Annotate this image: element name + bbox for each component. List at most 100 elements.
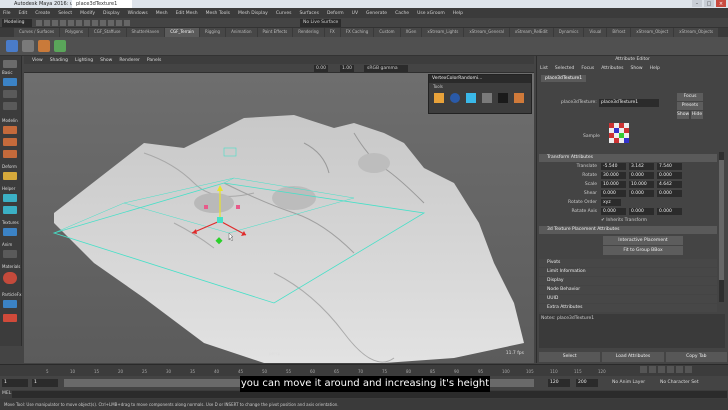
translate-z[interactable]: 7.540 — [657, 163, 682, 170]
shelf-tab-bifrost[interactable]: Bifrost — [607, 28, 631, 37]
shelf-tab-xstream-lights[interactable]: xStream_Lights — [422, 28, 464, 37]
step-back-icon[interactable] — [649, 366, 656, 373]
shelf-tab-dynamics[interactable]: Dynamics — [553, 28, 584, 37]
select-object-icon[interactable] — [84, 20, 90, 26]
color-wheel-icon[interactable] — [498, 93, 508, 103]
menu-edit-mesh[interactable]: Edit Mesh — [176, 11, 198, 16]
menu-display[interactable]: Display — [103, 11, 120, 16]
randomize-icon[interactable] — [434, 93, 444, 103]
texture-tool-icon[interactable] — [38, 40, 50, 52]
bend-icon[interactable] — [3, 172, 17, 180]
translate-y[interactable]: 3.142 — [629, 163, 654, 170]
attr-menu-help[interactable]: Help — [650, 66, 660, 71]
rotate-axis-x[interactable]: 0.000 — [601, 208, 626, 215]
material-ball-icon[interactable] — [3, 272, 17, 284]
go-to-start-icon[interactable] — [640, 366, 647, 373]
menu-mesh[interactable]: Mesh — [156, 11, 168, 16]
translate-x[interactable]: -5.540 — [601, 163, 626, 170]
node-name-field[interactable]: place3dTexture1 — [599, 99, 659, 107]
open-scene-icon[interactable] — [44, 20, 50, 26]
viewport-menu-show[interactable]: Show — [100, 58, 112, 63]
menu-select[interactable]: Select — [58, 11, 72, 16]
menu-generate[interactable]: Generate — [366, 11, 387, 16]
uv-icon[interactable] — [3, 228, 17, 236]
attr-menu-selected[interactable]: Selected — [555, 66, 575, 71]
shelf-tab-xstream-general[interactable]: xStream_General — [464, 28, 509, 37]
viewport-menu-lighting[interactable]: Lighting — [75, 58, 93, 63]
viewport-menu-shading[interactable]: Shading — [50, 58, 68, 63]
shelf-tab-rigging[interactable]: Rigging — [199, 28, 226, 37]
3d-viewport[interactable]: persp 11.7 fps — [24, 73, 534, 363]
shelf-tab-fx-caching[interactable]: FX Caching — [340, 28, 374, 37]
particle-icon[interactable] — [3, 300, 17, 308]
rotate-axis-y[interactable]: 0.000 — [629, 208, 654, 215]
live-surface-field[interactable]: No Live Surface — [300, 19, 342, 27]
scale-z[interactable]: 4.642 — [657, 181, 682, 188]
menu-set-dropdown[interactable]: Modeling — [2, 19, 32, 27]
joint-icon[interactable] — [3, 206, 17, 214]
cylinder-icon[interactable] — [3, 150, 17, 158]
menu-surfaces[interactable]: Surfaces — [299, 11, 319, 16]
undo-icon[interactable] — [60, 20, 66, 26]
section-pivots[interactable]: Pivots — [539, 259, 717, 267]
interactive-placement-button[interactable]: Interactive Placement — [603, 236, 683, 245]
viewport-menu-view[interactable]: View — [32, 58, 43, 63]
cube-color-icon[interactable] — [514, 93, 524, 103]
shelf-tab-polygons[interactable]: Polygons — [60, 28, 88, 37]
scale-x[interactable]: 10.000 — [601, 181, 626, 188]
go-to-end-icon[interactable] — [685, 366, 692, 373]
rotate-z[interactable]: 0.000 — [657, 172, 682, 179]
viewport-menu-panels[interactable]: Panels — [147, 58, 161, 63]
menu-windows[interactable]: Windows — [128, 11, 148, 16]
play-back-icon[interactable] — [658, 366, 665, 373]
copy-tab-button[interactable]: Copy Tab — [665, 352, 727, 362]
notes-area[interactable]: Notes: place3dTexture1 — [539, 314, 725, 348]
shelf-tab-cgf-staffuse[interactable]: CGF_Staffuse — [88, 28, 126, 37]
menu-help[interactable]: Help — [453, 11, 463, 16]
section-transform[interactable]: Transform Attributes — [539, 154, 717, 162]
play-forward-icon[interactable] — [667, 366, 674, 373]
move-tool-icon[interactable] — [3, 78, 17, 86]
menu-create[interactable]: Create — [35, 11, 50, 16]
section-extra[interactable]: Extra Attributes — [539, 304, 717, 312]
ramp-icon[interactable] — [482, 93, 492, 103]
document-tab[interactable]: place3dTexture1 — [72, 0, 132, 8]
close-button[interactable]: × — [716, 0, 726, 7]
select-tool-icon[interactable] — [3, 60, 17, 68]
menu-curves[interactable]: Curves — [276, 11, 292, 16]
shear-x[interactable]: 0.000 — [601, 190, 626, 197]
attr-menu-attributes[interactable]: Attributes — [601, 66, 623, 71]
color-space-dropdown[interactable]: sRGB gamma — [364, 65, 408, 72]
menu-uv[interactable]: UV — [352, 11, 358, 16]
xgen-icon[interactable] — [3, 314, 17, 322]
select-hierarchy-icon[interactable] — [76, 20, 82, 26]
shelf-tab-xgen[interactable]: XGen — [400, 28, 422, 37]
menu-cache[interactable]: Cache — [395, 11, 409, 16]
snap-point-icon[interactable] — [116, 20, 122, 26]
sphere-color-icon[interactable] — [450, 93, 460, 103]
section-node-behavior[interactable]: Node Behavior — [539, 286, 717, 294]
shelf-tab-xstream-reledit[interactable]: xStream_RelEdit — [509, 28, 553, 37]
scale-y[interactable]: 10.000 — [629, 181, 654, 188]
shear-y[interactable]: 0.000 — [629, 190, 654, 197]
menu-modify[interactable]: Modify — [80, 11, 95, 16]
step-forward-icon[interactable] — [676, 366, 683, 373]
anim-layer-dropdown[interactable]: No Anim Layer — [612, 380, 645, 385]
menu-file[interactable]: File — [3, 11, 11, 16]
section-placement[interactable]: 3d Texture Placement Attributes — [539, 226, 717, 234]
inherits-transform-checkbox[interactable]: ✔ Inherits Transform — [601, 218, 647, 223]
viewport-menu-renderer[interactable]: Renderer — [119, 58, 140, 63]
save-scene-icon[interactable] — [52, 20, 58, 26]
menu-edit[interactable]: Edit — [19, 11, 28, 16]
end-time-field[interactable]: 200 — [576, 379, 598, 387]
attribute-scrollbar[interactable] — [719, 152, 724, 302]
select-component-icon[interactable] — [92, 20, 98, 26]
section-display[interactable]: Display — [539, 277, 717, 285]
shelf-tab-curves-surfaces[interactable]: Curves / Surfaces — [14, 28, 60, 37]
shelf-tab-cgf-terrain[interactable]: CGF_Terrain — [165, 28, 199, 37]
rotate-x[interactable]: 30.000 — [601, 172, 626, 179]
section-limit[interactable]: Limit Information — [539, 268, 717, 276]
menu-mesh-tools[interactable]: Mesh Tools — [206, 11, 230, 16]
attr-menu-show[interactable]: Show — [630, 66, 642, 71]
shelf-tab-visual[interactable]: Visual — [584, 28, 607, 37]
